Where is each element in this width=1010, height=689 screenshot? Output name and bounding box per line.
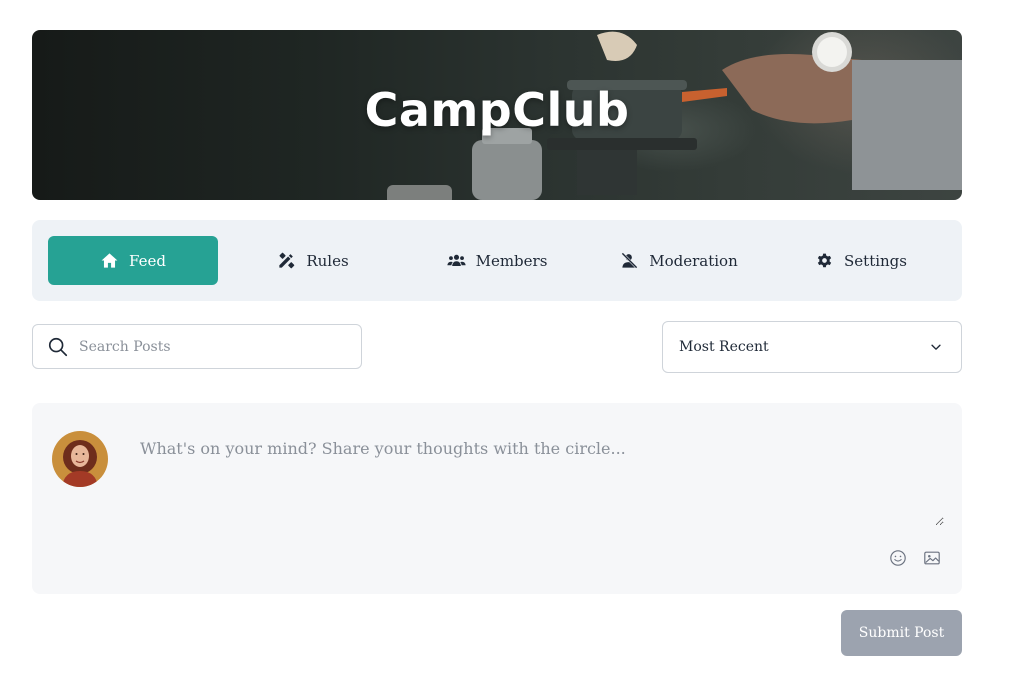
moderation-icon — [621, 252, 638, 269]
tab-moderation-label: Moderation — [649, 251, 738, 270]
home-icon — [101, 253, 118, 268]
tab-members[interactable]: Members — [412, 236, 582, 285]
image-icon[interactable] — [923, 549, 941, 567]
search-input[interactable] — [79, 338, 339, 355]
tab-members-label: Members — [475, 251, 548, 270]
chevron-down-icon — [931, 344, 941, 350]
post-textarea[interactable] — [132, 431, 944, 526]
tab-settings[interactable]: Settings — [776, 236, 946, 285]
tab-feed-label: Feed — [129, 251, 166, 270]
tab-feed[interactable]: Feed — [48, 236, 218, 285]
submit-post-button[interactable]: Submit Post — [841, 610, 962, 656]
rules-icon — [279, 252, 295, 269]
community-title: CampClub — [364, 83, 630, 137]
members-icon — [446, 254, 466, 267]
emoji-icon[interactable] — [889, 549, 907, 567]
sort-selected-value: Most Recent — [679, 339, 769, 355]
tab-rules[interactable]: Rules — [228, 236, 398, 285]
community-banner: CampClub — [32, 30, 962, 200]
sort-select[interactable]: Most Recent — [662, 321, 962, 373]
tab-settings-label: Settings — [844, 251, 907, 270]
search-icon — [48, 337, 68, 356]
post-composer — [32, 403, 962, 594]
tab-rules-label: Rules — [306, 251, 349, 270]
tab-moderation[interactable]: Moderation — [594, 236, 764, 285]
search-box — [32, 324, 362, 369]
gear-icon — [817, 253, 832, 268]
avatar — [52, 431, 108, 487]
community-nav: Feed Rules Members Moderation Settings — [32, 220, 962, 301]
